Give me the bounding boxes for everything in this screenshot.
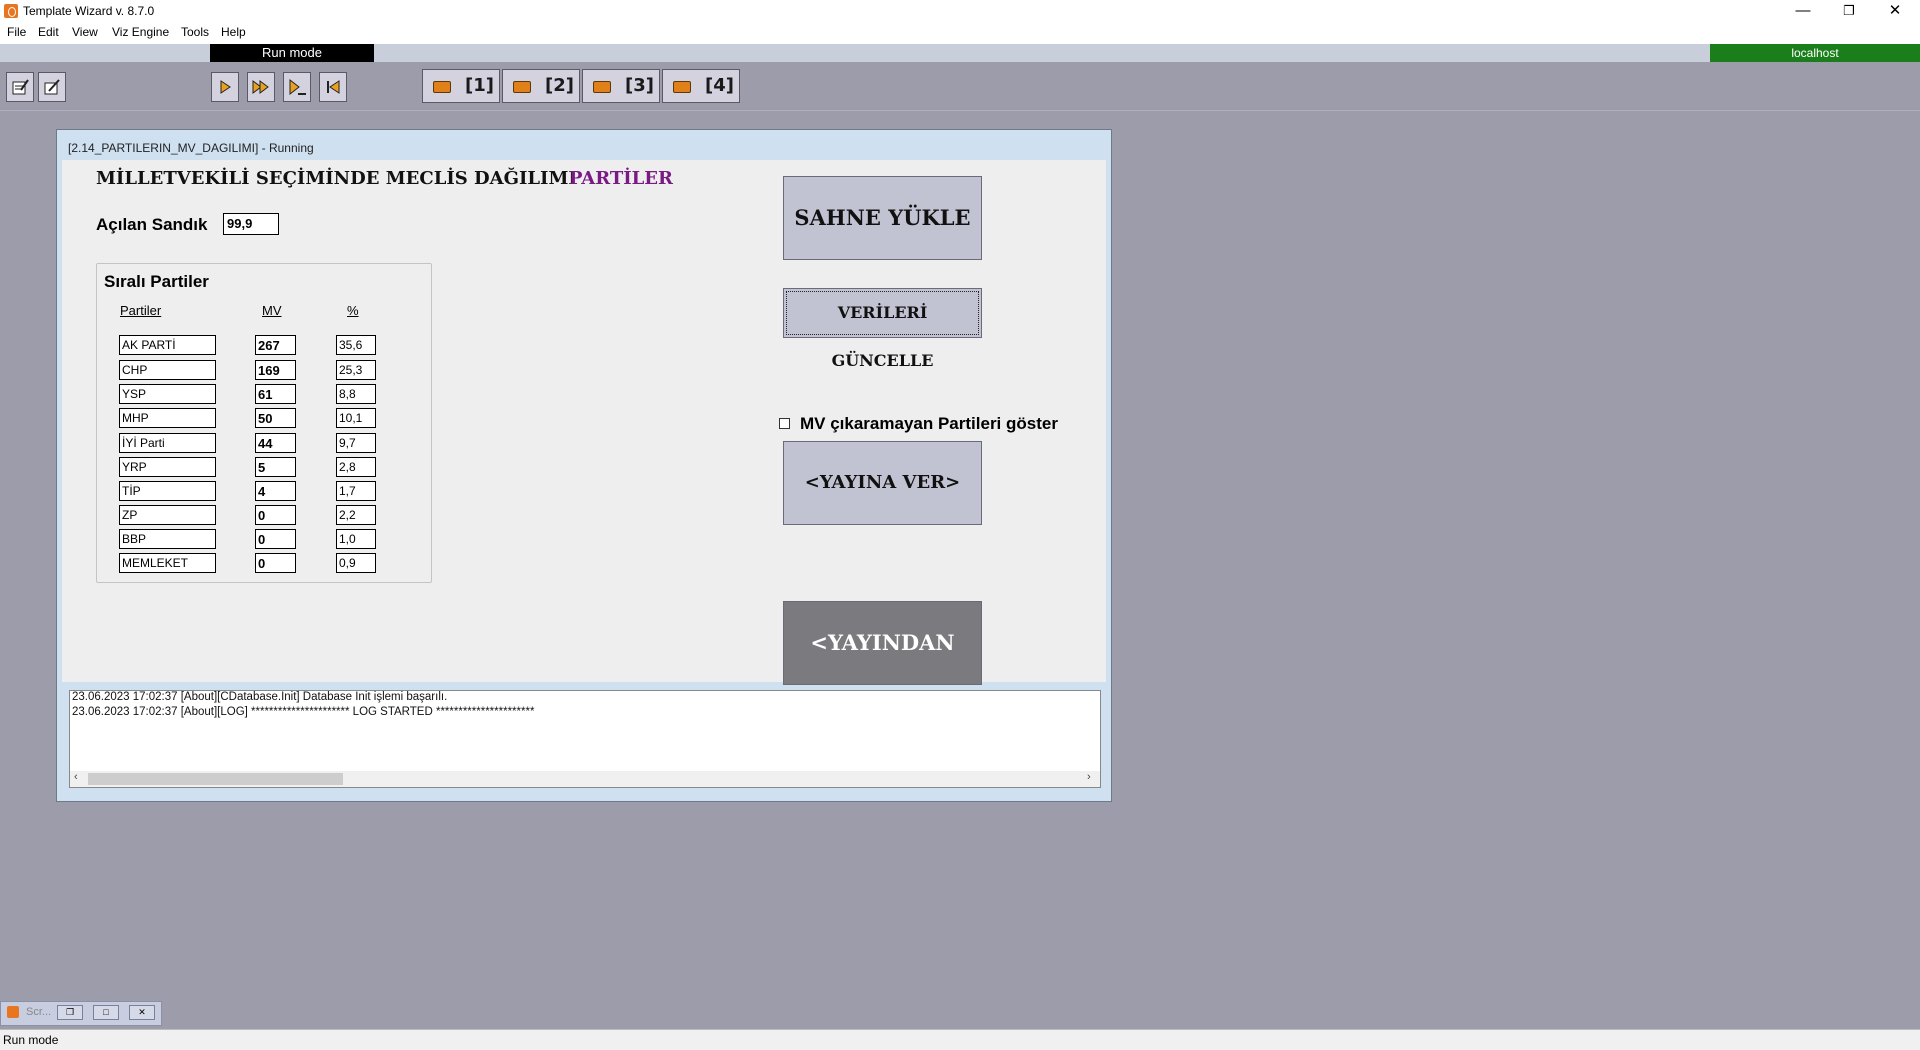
party-name-field[interactable]: CHP bbox=[119, 360, 216, 380]
minimize-icon[interactable]: — bbox=[1780, 0, 1826, 22]
column-header-party: Partiler bbox=[120, 303, 162, 318]
run-mode-button[interactable] bbox=[38, 72, 66, 102]
party-name-field[interactable]: TİP bbox=[119, 481, 216, 501]
camera-icon bbox=[673, 81, 691, 93]
menu-help[interactable]: Help bbox=[221, 25, 246, 39]
party-pct-field[interactable]: 8,8 bbox=[336, 384, 376, 404]
column-header-pct: % bbox=[347, 303, 359, 318]
app-icon bbox=[7, 1006, 19, 1018]
party-name-field[interactable]: İYİ Parti bbox=[119, 433, 216, 453]
menu-bar bbox=[0, 22, 1920, 44]
scroll-left-icon[interactable]: ‹ bbox=[74, 771, 78, 783]
menu-viz-engine[interactable]: Viz Engine bbox=[112, 25, 169, 39]
party-mv-field[interactable]: 44 bbox=[255, 433, 296, 453]
load-scene-button[interactable]: SAHNE YÜKLE bbox=[783, 176, 982, 260]
party-mv-field[interactable]: 0 bbox=[255, 505, 296, 525]
log-line: 23.06.2023 17:02:37 [About][LOG] *******… bbox=[72, 706, 535, 718]
off-air-button[interactable]: <YAYINDAN AL> bbox=[783, 601, 982, 737]
page-title-accent: PARTİLER bbox=[569, 168, 673, 189]
party-mv-field[interactable]: 0 bbox=[255, 529, 296, 549]
camera-4-button[interactable]: [4] bbox=[662, 69, 740, 103]
party-mv-field[interactable]: 4 bbox=[255, 481, 296, 501]
rewind-icon bbox=[327, 80, 340, 94]
play-icon bbox=[220, 80, 231, 94]
party-name-field[interactable]: ZP bbox=[119, 505, 216, 525]
camera-icon bbox=[593, 81, 611, 93]
party-name-field[interactable]: AK PARTİ bbox=[119, 335, 216, 355]
on-air-button[interactable]: <YAYINA VER> bbox=[783, 441, 982, 525]
party-pct-field[interactable]: 25,3 bbox=[336, 360, 376, 380]
template-window-title: [2.14_PARTILERIN_MV_DAGILIMI] - Running bbox=[68, 141, 314, 155]
maximize-icon[interactable]: □ bbox=[93, 1005, 119, 1020]
step-button[interactable] bbox=[283, 72, 311, 102]
party-pct-field[interactable]: 0,9 bbox=[336, 553, 376, 573]
status-text: Run mode bbox=[3, 1033, 59, 1047]
camera-4-label: [4] bbox=[705, 75, 734, 96]
party-pct-field[interactable]: 1,0 bbox=[336, 529, 376, 549]
sandik-input[interactable]: 99,9 bbox=[223, 213, 279, 235]
column-header-mv: MV bbox=[262, 303, 282, 318]
party-pct-field[interactable]: 35,6 bbox=[336, 335, 376, 355]
party-mv-field[interactable]: 5 bbox=[255, 457, 296, 477]
menu-tools[interactable]: Tools bbox=[181, 25, 209, 39]
continue-button[interactable] bbox=[247, 72, 275, 102]
camera-1-label: [1] bbox=[465, 75, 494, 96]
page-title: MİLLETVEKİLİ SEÇİMİNDE MECLİS DAĞILIMI bbox=[96, 168, 577, 189]
title-bar bbox=[0, 0, 1920, 22]
rewind-button[interactable] bbox=[319, 72, 347, 102]
restore-icon[interactable]: ❐ bbox=[1826, 0, 1872, 22]
menu-view[interactable]: View bbox=[72, 25, 98, 39]
status-bar bbox=[0, 1029, 1920, 1050]
log-line: 23.06.2023 17:02:37 [About][CDatabase.In… bbox=[72, 691, 448, 703]
scrollbar-thumb[interactable] bbox=[88, 773, 343, 785]
camera-2-button[interactable]: [2] bbox=[502, 69, 580, 103]
party-mv-field[interactable]: 50 bbox=[255, 408, 296, 428]
mode-indicator: Run mode bbox=[210, 44, 374, 62]
camera-3-button[interactable]: [3] bbox=[582, 69, 660, 103]
show-no-mv-checkbox[interactable] bbox=[779, 418, 790, 429]
sandik-label: Açılan Sandık bbox=[96, 215, 208, 234]
menu-file[interactable]: File bbox=[7, 25, 26, 39]
minimized-window-title: Scr... bbox=[26, 1006, 52, 1018]
party-mv-field[interactable]: 0 bbox=[255, 553, 296, 573]
edit-mode-button[interactable] bbox=[6, 72, 34, 102]
close-icon[interactable]: ✕ bbox=[129, 1005, 155, 1020]
camera-icon bbox=[433, 81, 451, 93]
camera-icon bbox=[513, 81, 531, 93]
update-data-button[interactable]: VERİLERİ GÜNCELLE bbox=[783, 288, 982, 370]
show-no-mv-label[interactable]: MV çıkaramayan Partileri göster bbox=[800, 414, 1058, 434]
party-name-field[interactable]: YSP bbox=[119, 384, 216, 404]
edit-pencil-icon bbox=[44, 79, 60, 95]
edit-document-icon bbox=[12, 79, 29, 95]
party-name-field[interactable]: BBP bbox=[119, 529, 216, 549]
restore-icon[interactable]: ❐ bbox=[57, 1005, 83, 1020]
host-indicator: localhost bbox=[1710, 44, 1920, 62]
scroll-right-icon[interactable]: › bbox=[1087, 771, 1091, 783]
party-name-field[interactable]: MEMLEKET bbox=[119, 553, 216, 573]
party-mv-field[interactable]: 61 bbox=[255, 384, 296, 404]
camera-3-label: [3] bbox=[625, 75, 654, 96]
close-icon[interactable]: ✕ bbox=[1872, 0, 1918, 22]
party-name-field[interactable]: MHP bbox=[119, 408, 216, 428]
play-button[interactable] bbox=[211, 72, 239, 102]
party-mv-field[interactable]: 169 bbox=[255, 360, 296, 380]
menu-edit[interactable]: Edit bbox=[38, 25, 59, 39]
party-pct-field[interactable]: 9,7 bbox=[336, 433, 376, 453]
continue-icon bbox=[252, 80, 269, 94]
camera-2-label: [2] bbox=[545, 75, 574, 96]
party-name-field[interactable]: YRP bbox=[119, 457, 216, 477]
party-pct-field[interactable]: 2,2 bbox=[336, 505, 376, 525]
party-pct-field[interactable]: 2,8 bbox=[336, 457, 376, 477]
app-icon bbox=[4, 4, 18, 18]
step-forward-icon bbox=[289, 78, 306, 96]
party-pct-field[interactable]: 1,7 bbox=[336, 481, 376, 501]
window-title: Template Wizard v. 8.7.0 bbox=[23, 4, 155, 18]
party-mv-field[interactable]: 267 bbox=[255, 335, 296, 355]
camera-1-button[interactable]: [1] bbox=[422, 69, 500, 103]
party-group-title: Sıralı Partiler bbox=[104, 272, 209, 291]
party-pct-field[interactable]: 10,1 bbox=[336, 408, 376, 428]
